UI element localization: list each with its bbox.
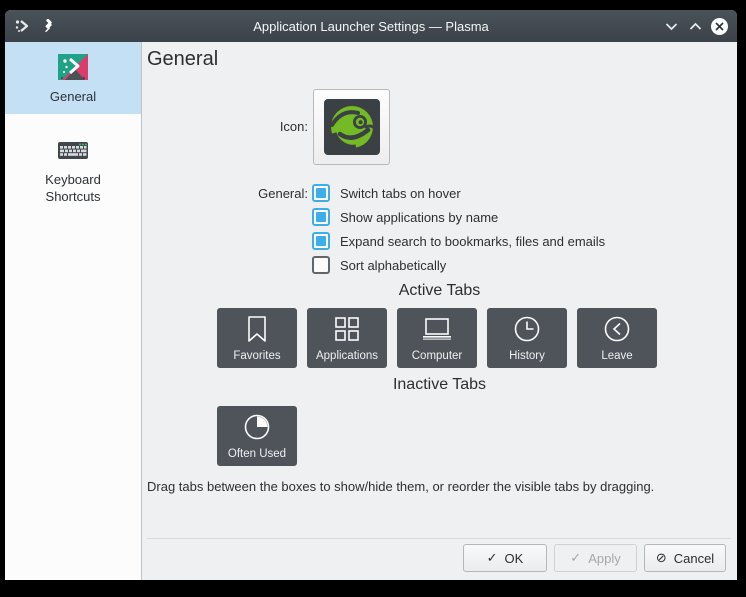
check-icon: ✓ — [570, 550, 582, 565]
tab-label: Leave — [601, 350, 633, 362]
inactive-tabs-heading: Inactive Tabs — [392, 376, 487, 393]
tab-often-used[interactable]: Often Used — [217, 406, 297, 466]
opensuse-geeko-icon — [323, 99, 380, 155]
sidebar-item-label: Keyboard Shortcuts — [45, 172, 101, 204]
minimize-button[interactable] — [663, 18, 680, 35]
app-grid-icon — [335, 317, 359, 341]
maximize-button[interactable] — [687, 18, 704, 35]
option-show-applications-by-name: Show applications by name — [312, 208, 498, 226]
apply-button[interactable]: ✓ Apply — [554, 544, 637, 572]
leave-icon — [604, 316, 630, 342]
option-expand-search: Expand search to bookmarks, files and em… — [312, 232, 605, 250]
titlebar[interactable]: Application Launcher Settings — Plasma — [5, 10, 737, 42]
close-icon — [715, 21, 724, 31]
laptop-icon — [423, 318, 451, 340]
tab-label: Often Used — [227, 448, 287, 460]
tab-label: Computer — [411, 350, 463, 362]
ok-button[interactable]: ✓ OK — [463, 544, 547, 572]
bookmark-icon — [248, 316, 266, 342]
tab-applications[interactable]: Applications — [307, 308, 387, 368]
footer-separator — [147, 538, 731, 539]
option-switch-tabs-on-hover: Switch tabs on hover — [312, 184, 461, 202]
apply-button-label: Apply — [588, 550, 621, 566]
sidebar-item-keyboard-shortcuts[interactable]: Keyboard Shortcuts — [5, 125, 141, 214]
checkbox-label[interactable]: Sort alphabetically — [340, 258, 446, 273]
checkbox-label[interactable]: Switch tabs on hover — [340, 186, 461, 201]
tab-label: Applications — [315, 350, 378, 362]
launcher-icon-button[interactable] — [313, 89, 390, 165]
tab-label: History — [509, 350, 545, 362]
chevron-up-icon — [689, 22, 702, 30]
tab-leave[interactable]: Leave — [577, 308, 657, 368]
cancel-button-label: Cancel — [673, 550, 715, 566]
general-options-label: General: — [258, 186, 308, 201]
close-button[interactable] — [711, 17, 728, 35]
desktop-background: { "window": { "title": "Application Laun… — [0, 0, 746, 597]
main-content: General Icon: General: Switch tabs on ho… — [142, 42, 737, 580]
tab-history[interactable]: History — [487, 308, 567, 368]
checkbox[interactable] — [312, 184, 330, 202]
cancel-button[interactable]: ⊘ Cancel — [644, 544, 726, 572]
check-icon: ✓ — [486, 550, 498, 565]
kickoff-icon — [14, 18, 30, 34]
active-tabs-heading: Active Tabs — [398, 282, 481, 299]
drag-hint-text: Drag tabs between the boxes to show/hide… — [147, 479, 655, 494]
tab-favorites[interactable]: Favorites — [217, 308, 297, 368]
dialog-button-box: ✓ OK ✓ Apply ⊘ Cancel — [463, 544, 726, 572]
checkbox-label[interactable]: Show applications by name — [340, 210, 498, 225]
checkbox[interactable] — [312, 208, 330, 226]
icon-field-label: Icon: — [279, 119, 308, 134]
tab-label: Favorites — [233, 350, 281, 362]
sidebar-item-general[interactable]: General — [5, 42, 141, 114]
chevron-down-icon — [665, 22, 678, 30]
application-launcher-settings-window: Application Launcher Settings — Plasma G… — [5, 10, 737, 580]
ok-button-label: OK — [504, 550, 524, 566]
pin-icon[interactable] — [39, 18, 56, 35]
clock-icon — [514, 316, 540, 342]
cancel-icon: ⊘ — [655, 550, 667, 565]
checkbox-label[interactable]: Expand search to bookmarks, files and em… — [340, 234, 605, 249]
keyboard-icon — [57, 134, 89, 166]
kickoff-icon — [57, 51, 89, 83]
pie-chart-icon — [244, 414, 270, 440]
checkbox[interactable] — [312, 232, 330, 250]
window-title: Application Launcher Settings — Plasma — [253, 18, 489, 34]
option-sort-alphabetically: Sort alphabetically — [312, 256, 446, 274]
checkbox[interactable] — [312, 256, 330, 274]
sidebar-item-label: General — [49, 89, 97, 104]
sidebar: General Keyboard Shortcuts — [5, 42, 142, 580]
tab-computer[interactable]: Computer — [397, 308, 477, 368]
page-title: General — [147, 48, 219, 70]
